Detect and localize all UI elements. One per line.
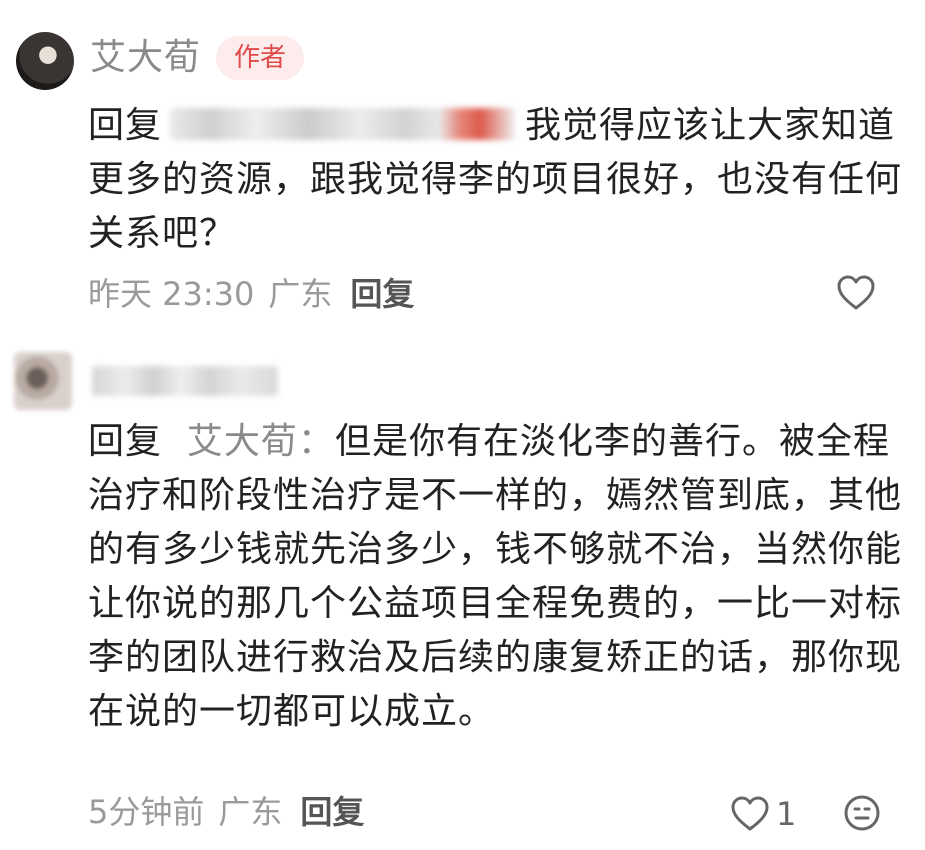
comment-text: 但是你有在淡化李的善行。被全程治疗和阶段性治疗是不一样的，嫣然管到底，其他的有多… [88,421,903,732]
mention-separator: ： [297,421,335,462]
reply-prefix: 回复 [88,105,163,146]
author-badge: 作者 [216,36,305,80]
comment-body[interactable]: 回复 我觉得应该让大家知道更多的资源，跟我觉得李的项目很好，也没有任何关系吧？ [88,99,903,261]
like-button[interactable] [836,274,876,312]
reply-button[interactable]: 回复 [300,793,364,831]
comment-location: 广东 [218,793,283,831]
comment-reply: 回复 艾大荀：但是你有在淡化李的善行。被全程治疗和阶段性治疗是不一样的，嫣然管到… [0,330,925,850]
comment-time: 昨天 23:30 [88,275,255,313]
like-count: 1 [776,795,797,833]
like-button[interactable]: 1 [730,794,796,834]
heart-outline-icon [837,275,875,310]
avatar[interactable] [16,32,74,90]
heart-outline-icon [731,796,769,831]
mention-username[interactable]: 艾大荀 [187,421,298,462]
comment-time: 5分钟前 [88,793,205,831]
smiley-face-icon [844,795,880,831]
comment-body[interactable]: 回复 艾大荀：但是你有在淡化李的善行。被全程治疗和阶段性治疗是不一样的，嫣然管到… [88,415,903,739]
avatar[interactable] [14,352,72,410]
comment-meta: 5分钟前 广东 回复 [88,792,364,832]
blurred-mention [170,108,516,140]
reply-prefix: 回复 [88,421,163,462]
comment-meta: 昨天 23:30 广东 回复 [88,274,414,314]
username[interactable]: 艾大荀 [90,36,201,80]
comment-location: 广东 [268,275,333,313]
emoji-reaction-button[interactable] [843,794,881,836]
blurred-username[interactable] [92,366,278,396]
reply-button[interactable]: 回复 [350,275,414,313]
comment-author-reply: 艾大荀 作者 回复 我觉得应该让大家知道更多的资源，跟我觉得李的项目很好，也没有任… [0,0,925,330]
